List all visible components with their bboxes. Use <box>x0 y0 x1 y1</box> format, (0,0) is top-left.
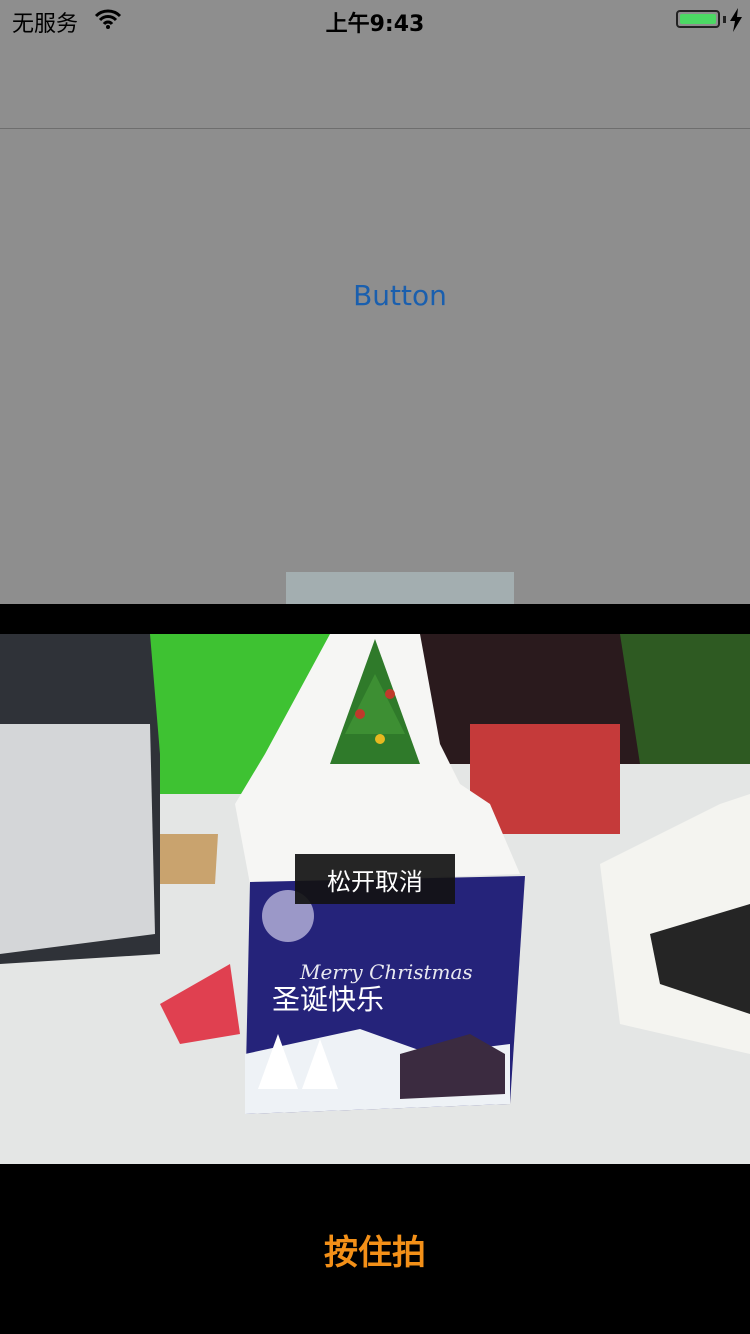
camera-preview: Merry Christmas 圣诞快乐 松开取消 <box>0 634 750 1164</box>
release-to-cancel-hint: 松开取消 <box>295 854 455 904</box>
battery-cap <box>723 16 726 23</box>
main-button[interactable]: Button <box>300 270 500 320</box>
status-bar: 无服务 上午9:43 <box>0 0 750 40</box>
box-merry-christmas-text: Merry Christmas <box>299 960 473 984</box>
status-time: 上午9:43 <box>325 12 425 37</box>
camera-sheet: Merry Christmas 圣诞快乐 松开取消 按住拍 <box>0 604 750 1334</box>
charging-bolt-icon <box>730 8 742 32</box>
nav-bar-divider <box>0 128 750 129</box>
underlying-view-edge <box>286 572 514 604</box>
battery-icon <box>676 10 720 28</box>
box-chinese-greeting-text: 圣诞快乐 <box>272 983 384 1016</box>
hold-to-record-button[interactable]: 按住拍 <box>275 1219 475 1279</box>
